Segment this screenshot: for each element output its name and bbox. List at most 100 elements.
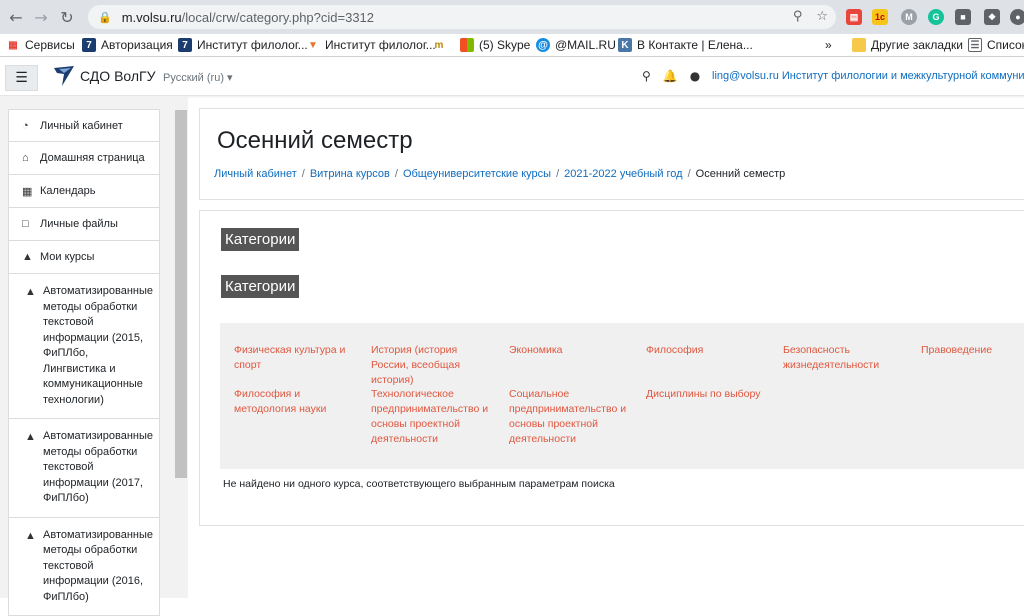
url-host: m.volsu.ru [122, 10, 182, 25]
apps-grid-icon: ▦ [6, 38, 20, 52]
address-bar[interactable]: 🔒 m.volsu.ru/local/crw/category.php?cid=… [88, 5, 836, 29]
bookmark-star-icon[interactable]: ☆ [816, 9, 828, 24]
drawer-list: ◔ Личный кабинет ⌂ Домашняя страница ▦ К… [8, 109, 160, 616]
nav-drawer: ◔ Личный кабинет ⌂ Домашняя страница ▦ К… [0, 96, 188, 598]
breadcrumb-link[interactable]: 2021-2022 учебный год [564, 168, 682, 180]
drawer-course-item[interactable]: ▲ Автоматизированные методы обработки те… [8, 518, 160, 616]
category-link[interactable]: Философия и методология науки [234, 387, 358, 417]
extension-square-icon[interactable]: ■ [955, 9, 971, 25]
language-menu[interactable]: Русский (ru) ▾ [163, 71, 233, 84]
drawer-item-label: Мои курсы [40, 251, 94, 263]
drawer-item-files[interactable]: □ Личные файлы [8, 208, 160, 241]
breadcrumb-separator: / [302, 168, 305, 180]
category-link[interactable]: Экономика [509, 343, 633, 358]
breadcrumb-separator: / [556, 168, 559, 180]
microsoft-icon [460, 38, 474, 52]
folder-icon [852, 38, 866, 52]
reading-list-label: Список [987, 38, 1024, 52]
breadcrumb-link[interactable]: Общеуниверситетские курсы [403, 168, 551, 180]
chat-icon[interactable]: ● [690, 69, 700, 83]
drawer-item-label: Личный кабинет [40, 120, 123, 132]
bookmark-label: Авторизация [101, 38, 173, 52]
breadcrumb-link[interactable]: Витрина курсов [310, 168, 390, 180]
volsu-icon: 7 [82, 38, 96, 52]
mailru-icon: @ [536, 38, 550, 52]
back-icon[interactable]: ← [4, 5, 28, 29]
breadcrumb-separator: / [395, 168, 398, 180]
drawer-item-home[interactable]: ⌂ Домашняя страница [8, 142, 160, 175]
category-link[interactable]: Безопасность жизнедеятельности [783, 343, 907, 373]
bookmarks-more-button[interactable]: » [825, 38, 832, 52]
bookmark-services[interactable]: ▦ Сервисы [6, 38, 75, 52]
drawer-item-calendar[interactable]: ▦ Календарь [8, 175, 160, 208]
menu-toggle-button[interactable]: ☰ [5, 65, 38, 91]
extension-1c-icon[interactable]: 1c [872, 9, 888, 25]
categories-heading: Категории [221, 275, 299, 298]
category-link[interactable]: Философия [646, 343, 770, 358]
bookmark-institute-1[interactable]: 7 Институт филолог... [178, 38, 308, 52]
site-navbar: ☰ СДО ВолГУ Русский (ru) ▾ ⚲ 🔔 ● ling@vo… [0, 58, 1024, 96]
zoom-icon[interactable]: ⚲ [793, 9, 803, 24]
grammarly-icon[interactable]: G [928, 9, 944, 25]
puzzle-icon[interactable]: ❖ [984, 9, 1000, 25]
drawer-course-label: Автоматизированные методы обработки текс… [43, 528, 153, 606]
vk-icon: K [618, 38, 632, 52]
drawer-course-item[interactable]: ▲ Автоматизированные методы обработки те… [8, 419, 160, 518]
graduation-cap-icon: ▲ [25, 285, 39, 301]
bell-icon[interactable]: 🔔 [663, 69, 678, 83]
category-link[interactable]: Правоведение [921, 343, 1021, 358]
drawer-item-label: Домашняя страница [40, 152, 145, 164]
search-icon[interactable]: ⚲ [642, 69, 651, 83]
reload-icon[interactable]: ↻ [55, 5, 79, 29]
bookmark-label: Сервисы [25, 38, 75, 52]
bookmarks-more-label: » [825, 38, 832, 52]
extension-icon[interactable]: ▤ [846, 9, 862, 25]
reading-list-icon: ☰ [968, 38, 982, 52]
user-menu[interactable]: ling@volsu.ru Институт филологии и межку… [712, 70, 1024, 82]
reading-list[interactable]: ☰ Список [968, 38, 1024, 52]
graduation-cap-icon: ▲ [25, 430, 39, 446]
page-title: Осенний семестр [217, 127, 413, 155]
bookmarks-bar: ▦ Сервисы 7 Авторизация 7 Институт филол… [0, 34, 1024, 57]
bookmark-vk[interactable]: K В Контакте | Елена... [618, 38, 753, 52]
breadcrumb-link[interactable]: Личный кабинет [214, 168, 297, 180]
forward-icon[interactable]: → [29, 5, 53, 29]
category-link[interactable]: Физическая культура и спорт [234, 343, 358, 373]
drawer-item-label: Личные файлы [40, 218, 118, 230]
lock-icon[interactable]: 🔒 [98, 11, 112, 24]
bookmark-label: Институт филолог... [197, 38, 308, 52]
bookmark-skype[interactable]: (5) Skype [460, 38, 530, 52]
drawer-item-label: Календарь [40, 185, 96, 197]
main-content-card: Категории Категории Физическая культура … [199, 210, 1024, 526]
breadcrumb-current: Осенний семестр [696, 168, 786, 180]
home-icon: ⌂ [22, 152, 36, 164]
drawer-item-my-courses[interactable]: ▲ Мои курсы [8, 241, 160, 274]
caret-down-icon: ▾ [227, 72, 233, 84]
bookmark-label: (5) Skype [479, 38, 530, 52]
volsu-icon: 7 [178, 38, 192, 52]
profile-m-icon[interactable]: M [901, 9, 917, 25]
language-label: Русский (ru) [163, 72, 224, 84]
url-path: /local/crw/category.php?cid=3312 [182, 10, 374, 25]
bookmark-other[interactable]: Другие закладки [852, 38, 963, 52]
bookmark-label: @MAIL.RU [555, 38, 616, 52]
breadcrumb-separator: / [688, 168, 691, 180]
drawer-course-item[interactable]: ▲ Автоматизированные методы обработки те… [8, 274, 160, 419]
bookmark-institute-2[interactable]: ▼ Институт филолог... [306, 38, 436, 52]
profile-icon[interactable]: ● [1010, 9, 1024, 25]
drawer-scrollbar[interactable] [175, 110, 187, 478]
category-link[interactable]: Социальное предпринимательство и основы … [509, 387, 633, 447]
categories-panel: Физическая культура и спорт История (ист… [220, 323, 1024, 469]
category-link[interactable]: Технологическое предпринимательство и ос… [371, 387, 495, 447]
bookmark-label: В Контакте | Елена... [637, 38, 753, 52]
drawer-item-dashboard[interactable]: ◔ Личный кабинет [8, 109, 160, 142]
bookmark-mailru[interactable]: @ @MAIL.RU [536, 38, 616, 52]
bookmark-auth[interactable]: 7 Авторизация [82, 38, 173, 52]
bookmark-label: Институт филолог... [325, 38, 436, 52]
category-link[interactable]: Дисциплины по выбору [646, 387, 770, 402]
calendar-icon: ▦ [22, 185, 36, 198]
bookmark-tm[interactable]: m [432, 38, 446, 52]
category-link[interactable]: История (история России, всеобщая истори… [371, 343, 495, 388]
page-header-card: Осенний семестр Личный кабинет / Витрина к… [199, 108, 1024, 200]
site-name[interactable]: СДО ВолГУ [80, 68, 156, 84]
